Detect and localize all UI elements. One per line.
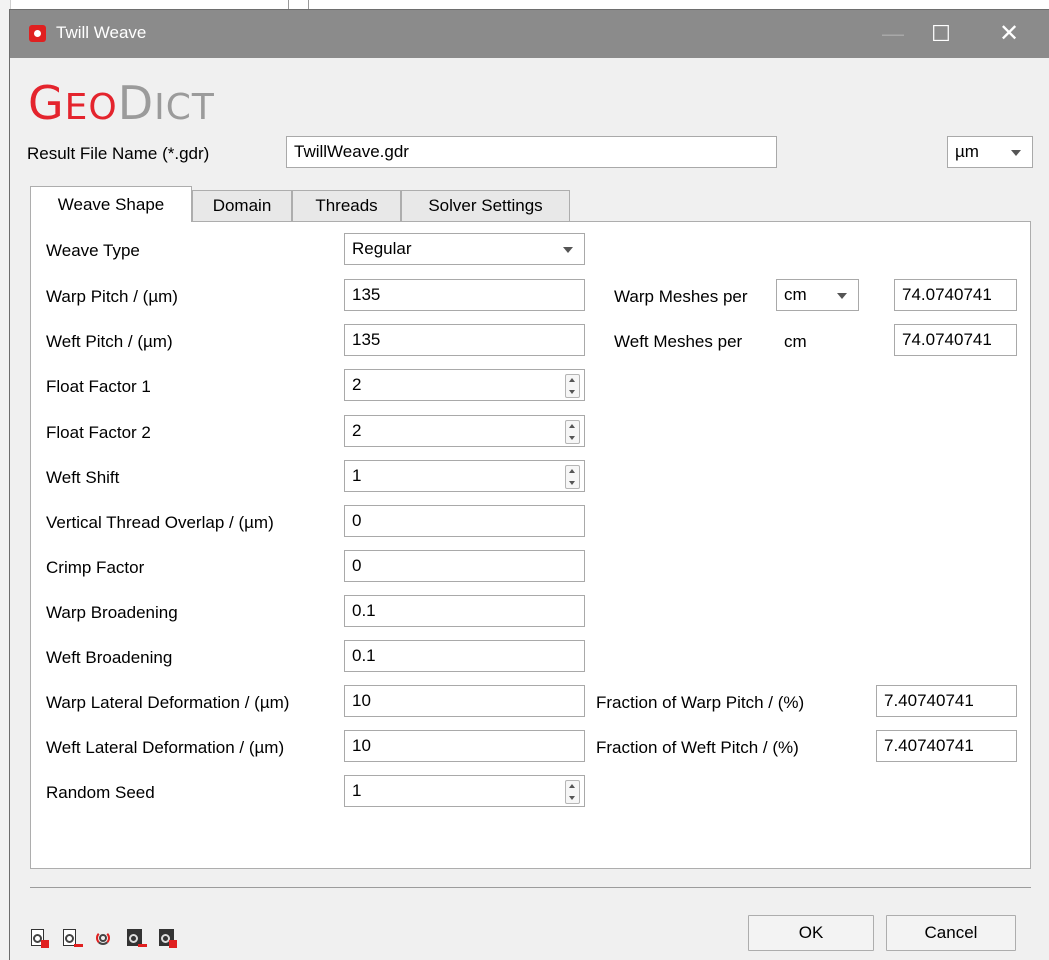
reset-icon[interactable]: [94, 929, 113, 948]
weft-shift-label: Weft Shift: [46, 468, 120, 487]
weft-meshes-unit: cm: [784, 332, 807, 351]
warp-pitch-label: Warp Pitch / (µm): [46, 287, 178, 306]
geodict-app-icon: [29, 25, 46, 42]
warp-pitch-input[interactable]: 135: [344, 279, 585, 311]
frac-weft-label: Fraction of Weft Pitch / (%): [596, 738, 799, 757]
warp-broadening-input[interactable]: 0.1: [344, 595, 585, 627]
weft-pitch-label: Weft Pitch / (µm): [46, 332, 173, 351]
load-gps-icon[interactable]: [62, 929, 83, 948]
tab-solver-settings[interactable]: Solver Settings: [401, 190, 570, 221]
geodict-logo: GEODICT: [28, 76, 215, 130]
tab-domain[interactable]: Domain: [192, 190, 292, 221]
window-title: Twill Weave: [56, 23, 147, 42]
lock-macro-icon[interactable]: [158, 929, 177, 948]
float-factor-1-label: Float Factor 1: [46, 377, 151, 396]
spin-arrows-icon[interactable]: [565, 780, 580, 804]
chevron-down-icon: [563, 247, 573, 253]
weft-broadening-input[interactable]: 0.1: [344, 640, 585, 672]
background-window: [0, 0, 1049, 10]
tab-weave-shape[interactable]: Weave Shape: [30, 186, 192, 222]
title-bar[interactable]: Twill Weave — ☐ ✕: [10, 10, 1049, 58]
warp-meshes-unit-value: cm: [784, 285, 807, 304]
frac-warp-label: Fraction of Warp Pitch / (%): [596, 693, 805, 712]
random-seed-label: Random Seed: [46, 783, 155, 802]
spin-arrows-icon[interactable]: [565, 374, 580, 398]
weft-meshes-input[interactable]: 74.0740741: [894, 324, 1017, 356]
minimize-button[interactable]: —: [870, 10, 916, 58]
weft-pitch-input[interactable]: 135: [344, 324, 585, 356]
twill-weave-dialog: Twill Weave — ☐ ✕ GEODICT Result File Na…: [10, 10, 1049, 960]
warp-lateral-label: Warp Lateral Deformation / (µm): [46, 693, 290, 712]
warp-broadening-label: Warp Broadening: [46, 603, 178, 622]
frac-warp-input[interactable]: 7.40740741: [876, 685, 1017, 717]
float-factor-2-spinbox[interactable]: 2: [344, 415, 585, 447]
unit-select[interactable]: µm: [947, 136, 1033, 168]
random-seed-spinbox[interactable]: 1: [344, 775, 585, 807]
footer-separator: [30, 887, 1031, 888]
weft-broadening-label: Weft Broadening: [46, 648, 173, 667]
background-divider: [288, 0, 289, 10]
warp-meshes-label: Warp Meshes per: [614, 287, 748, 306]
float-factor-1-spinbox[interactable]: 2: [344, 369, 585, 401]
weave-type-label: Weave Type: [46, 241, 140, 260]
warp-meshes-unit-select[interactable]: cm: [776, 279, 859, 311]
save-macro-icon[interactable]: [126, 929, 147, 948]
spin-arrows-icon[interactable]: [565, 465, 580, 489]
weave-type-select[interactable]: Regular: [344, 233, 585, 265]
vertical-overlap-label: Vertical Thread Overlap / (µm): [46, 513, 274, 532]
frac-weft-input[interactable]: 7.40740741: [876, 730, 1017, 762]
weft-shift-spinbox[interactable]: 1: [344, 460, 585, 492]
float-factor-2-label: Float Factor 2: [46, 423, 151, 442]
weave-shape-panel: [30, 221, 1031, 869]
save-gps-icon[interactable]: [30, 929, 49, 948]
spin-arrows-icon[interactable]: [565, 420, 580, 444]
cancel-button[interactable]: Cancel: [886, 915, 1016, 951]
weft-meshes-label: Weft Meshes per: [614, 332, 743, 351]
crimp-factor-input[interactable]: 0: [344, 550, 585, 582]
ok-button[interactable]: OK: [748, 915, 874, 951]
crimp-factor-label: Crimp Factor: [46, 558, 145, 577]
vertical-overlap-input[interactable]: 0: [344, 505, 585, 537]
unit-select-value: µm: [955, 142, 979, 161]
background-divider: [308, 0, 309, 10]
float-factor-2-value: 2: [352, 421, 362, 440]
weft-lateral-label: Weft Lateral Deformation / (µm): [46, 738, 285, 757]
chevron-down-icon: [837, 293, 847, 299]
chevron-down-icon: [1011, 150, 1021, 156]
result-file-label: Result File Name (*.gdr): [27, 144, 210, 163]
weave-type-value: Regular: [352, 239, 412, 258]
random-seed-value: 1: [352, 781, 362, 800]
result-file-input[interactable]: TwillWeave.gdr: [286, 136, 777, 168]
tab-threads[interactable]: Threads: [292, 190, 401, 221]
float-factor-1-value: 2: [352, 375, 362, 394]
close-button[interactable]: ✕: [986, 10, 1032, 58]
warp-lateral-input[interactable]: 10: [344, 685, 585, 717]
maximize-button[interactable]: ☐: [918, 10, 964, 58]
weft-lateral-input[interactable]: 10: [344, 730, 585, 762]
warp-meshes-input[interactable]: 74.0740741: [894, 279, 1017, 311]
weft-shift-value: 1: [352, 466, 362, 485]
